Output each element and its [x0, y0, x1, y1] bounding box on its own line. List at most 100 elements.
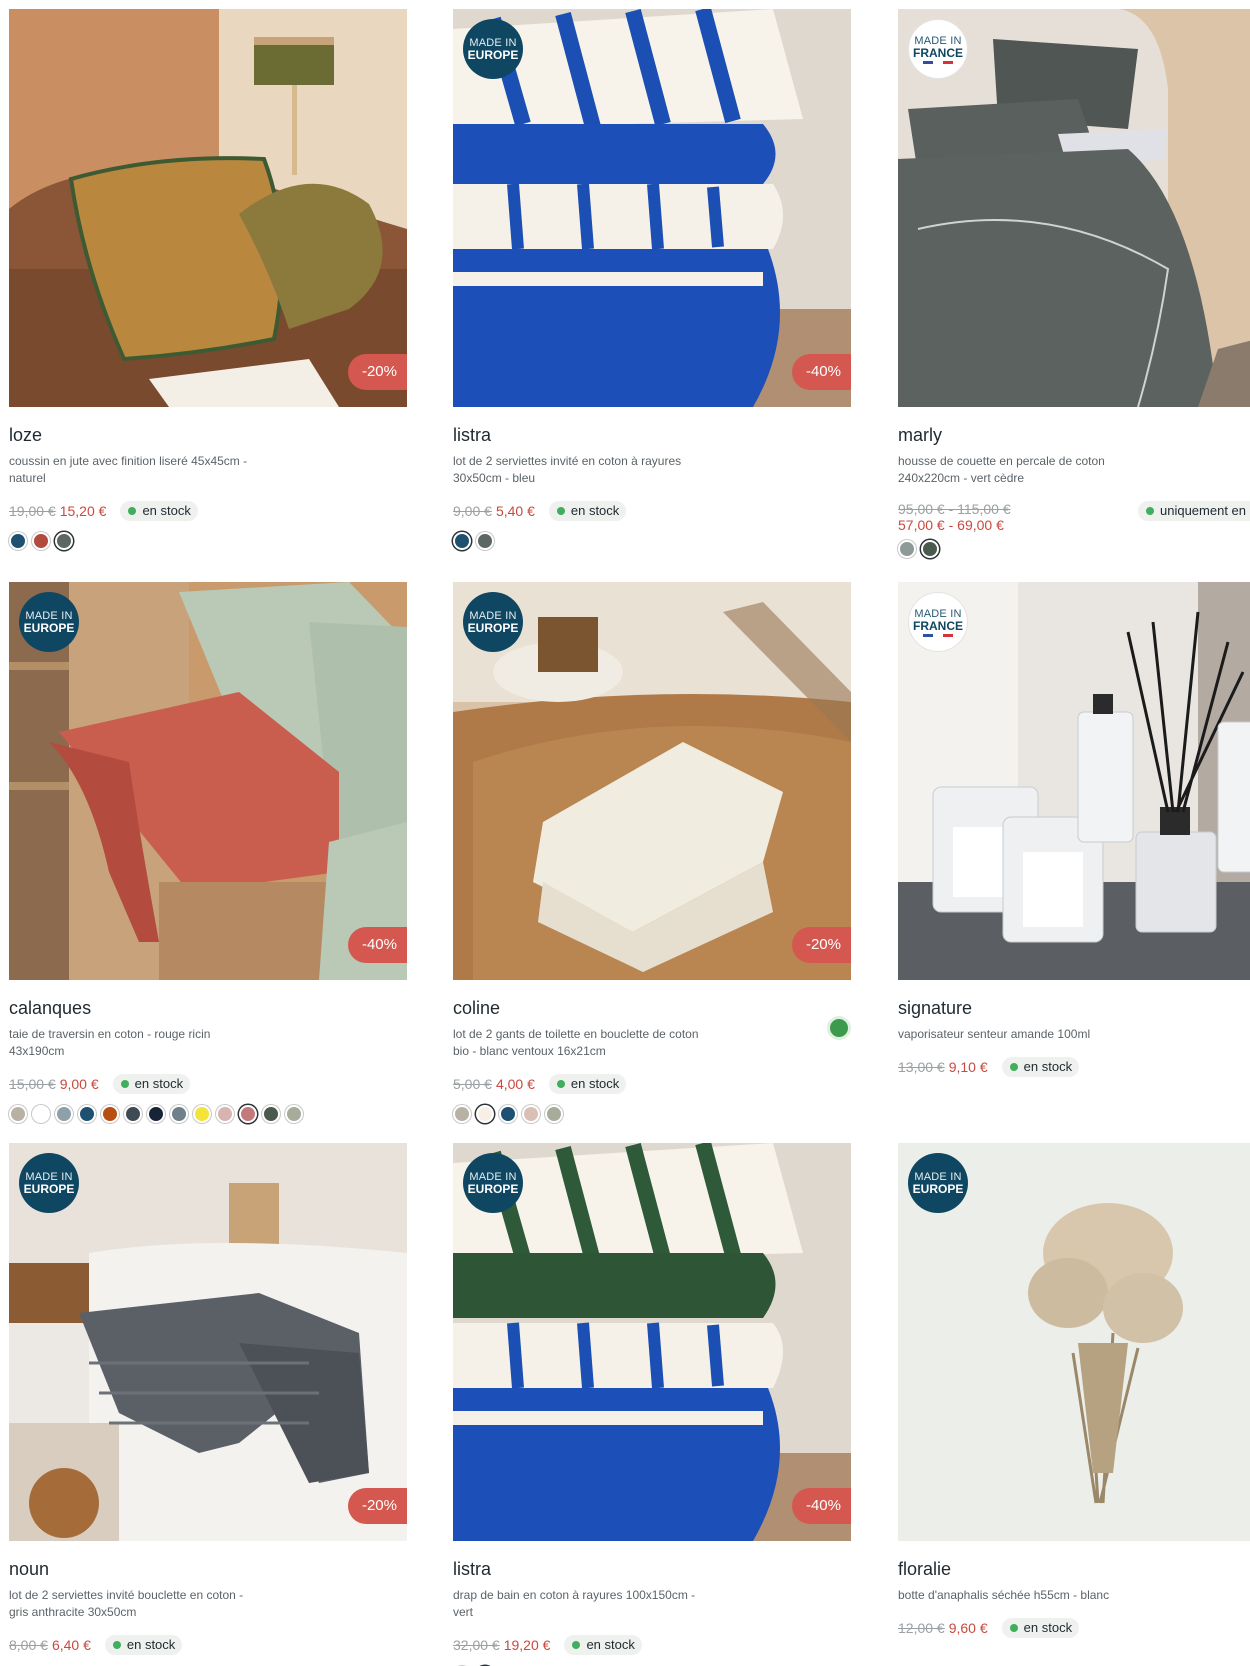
made-in-badge: MADE IN FRANCE — [908, 592, 968, 652]
product-image[interactable]: MADE IN EUROPE -40% — [453, 1143, 851, 1541]
product-name[interactable]: coline — [453, 998, 851, 1020]
made-in-badge: MADE IN EUROPE — [463, 592, 523, 652]
price-row: 8,00 € 6,40 € en stock — [9, 1635, 407, 1655]
product-image[interactable]: MADE IN FRANCE — [898, 9, 1250, 407]
product-name[interactable]: noun — [9, 1559, 407, 1581]
old-price: 12,00 € — [898, 1620, 945, 1636]
product-name[interactable]: listra — [453, 1559, 851, 1581]
color-swatch[interactable] — [476, 532, 494, 550]
product-description: taie de traversin en coton - rouge ricin… — [9, 1027, 211, 1058]
made-in-badge: MADE IN FRANCE — [908, 19, 968, 79]
color-swatch[interactable] — [239, 1105, 257, 1123]
price-row: 32,00 € 19,20 € en stock — [453, 1635, 851, 1655]
color-swatch[interactable] — [124, 1105, 142, 1123]
old-price: 9,00 € — [453, 503, 492, 519]
stock-status: en stock — [112, 1074, 191, 1094]
color-swatch[interactable] — [147, 1105, 165, 1123]
product-card[interactable]: MADE IN EUROPE -20% coline lot de 2 gant… — [453, 582, 851, 1123]
color-swatch[interactable] — [499, 1105, 517, 1123]
made-in-badge: MADE IN EUROPE — [908, 1153, 968, 1213]
product-card[interactable]: MADE IN FRANCE marly housse de couette e… — [898, 9, 1250, 558]
product-card[interactable]: MADE IN EUROPE floralie botte d'anaphali… — [898, 1143, 1250, 1649]
old-price: 95,00 € - 115,00 € — [898, 501, 1011, 517]
price-row: 15,00 € 9,00 € en stock — [9, 1074, 407, 1094]
color-swatch[interactable] — [101, 1105, 119, 1123]
product-name[interactable]: floralie — [898, 1559, 1250, 1581]
product-card[interactable]: MADE IN EUROPE -20% noun lot de 2 servie… — [9, 1143, 407, 1666]
color-swatch[interactable] — [170, 1105, 188, 1123]
color-swatch[interactable] — [9, 1105, 27, 1123]
color-swatch[interactable] — [453, 532, 471, 550]
stock-status: en stock — [564, 1635, 642, 1655]
cushion-photo — [9, 9, 407, 407]
discount-badge: -40% — [791, 1488, 851, 1524]
france-flag-icon — [923, 633, 953, 637]
color-swatch[interactable] — [193, 1105, 211, 1123]
old-price: 5,00 € — [453, 1076, 492, 1092]
product-card[interactable]: MADE IN EUROPE -40% listra lot de 2 serv… — [453, 9, 851, 550]
product-name[interactable]: signature — [898, 998, 1250, 1020]
product-image[interactable]: MADE IN EUROPE -20% — [9, 1143, 407, 1541]
sale-price: 57,00 € - 69,00 € — [898, 517, 1004, 533]
made-in-badge: MADE IN EUROPE — [19, 592, 79, 652]
discount-badge: -20% — [347, 1488, 407, 1524]
product-description: drap de bain en coton à rayures 100x150c… — [453, 1588, 696, 1619]
color-swatch[interactable] — [32, 1105, 50, 1123]
product-image[interactable]: MADE IN EUROPE -40% — [9, 582, 407, 980]
product-description: lot de 2 serviettes invité en coton à ra… — [453, 454, 682, 485]
organic-cotton-icon — [827, 1016, 851, 1040]
product-image[interactable]: MADE IN EUROPE -40% — [453, 9, 851, 407]
product-name[interactable]: listra — [453, 425, 851, 447]
old-price: 13,00 € — [898, 1059, 945, 1075]
stock-status: en stock — [120, 501, 198, 521]
product-name[interactable]: marly — [898, 425, 1250, 447]
color-swatch[interactable] — [476, 1105, 494, 1123]
color-swatch[interactable] — [285, 1105, 303, 1123]
made-in-badge: MADE IN EUROPE — [463, 1153, 523, 1213]
old-price: 15,00 € — [9, 1076, 56, 1092]
sale-price: 6,40 € — [51, 1637, 91, 1653]
old-price: 19,00 € — [9, 503, 56, 519]
color-swatch[interactable] — [453, 1105, 471, 1123]
stock-status: en stock — [1001, 1057, 1080, 1077]
stock-status: en stock — [548, 1074, 627, 1094]
price-row: 95,00 € - 115,00 € 57,00 € - 69,00 € uni… — [898, 501, 1250, 535]
old-price: 32,00 € — [453, 1637, 500, 1653]
product-card[interactable]: MADE IN EUROPE -40% calanques taie de tr… — [9, 582, 407, 1123]
stock-status: en stock — [548, 501, 627, 521]
discount-badge: -20% — [347, 354, 407, 390]
color-swatch[interactable] — [55, 532, 73, 550]
product-name[interactable]: calanques — [9, 998, 407, 1020]
product-image[interactable]: MADE IN EUROPE -20% — [453, 582, 851, 980]
price-range: 95,00 € - 115,00 € 57,00 € - 69,00 € — [898, 501, 1011, 533]
stock-status: uniquement en m — [1138, 501, 1250, 521]
product-description: housse de couette en percale de coton 24… — [898, 454, 1105, 485]
product-name[interactable]: loze — [9, 425, 407, 447]
color-swatch[interactable] — [522, 1105, 540, 1123]
color-swatch[interactable] — [55, 1105, 73, 1123]
made-in-badge: MADE IN EUROPE — [463, 19, 523, 79]
price-row: 9,00 € 5,40 € en stock — [453, 501, 851, 521]
product-image[interactable]: MADE IN EUROPE — [898, 1143, 1250, 1541]
color-swatch[interactable] — [262, 1105, 280, 1123]
product-card[interactable]: MADE IN EUROPE -40% listra drap de bain … — [453, 1143, 851, 1666]
color-swatch[interactable] — [9, 532, 27, 550]
discount-badge: -40% — [347, 927, 407, 963]
product-image[interactable]: MADE IN FRANCE — [898, 582, 1250, 980]
stock-status: en stock — [104, 1635, 183, 1655]
discount-badge: -20% — [791, 927, 851, 963]
color-swatch[interactable] — [216, 1105, 234, 1123]
price-row: 19,00 € 15,20 € en stock — [9, 501, 407, 521]
color-swatch[interactable] — [32, 532, 50, 550]
color-swatch[interactable] — [78, 1105, 96, 1123]
france-flag-icon — [923, 60, 953, 64]
product-image[interactable]: -20% — [9, 9, 407, 407]
product-card[interactable]: MADE IN FRANCE signature vaporisateur se… — [898, 582, 1250, 1088]
color-swatches — [453, 1105, 851, 1123]
color-swatch[interactable] — [921, 540, 939, 558]
product-description: botte d'anaphalis séchée h55cm - blanc — [898, 1588, 1110, 1602]
color-swatch[interactable] — [545, 1105, 563, 1123]
product-card[interactable]: -20% loze coussin en jute avec finition … — [9, 9, 407, 550]
color-swatch[interactable] — [898, 540, 916, 558]
made-in-badge: MADE IN EUROPE — [19, 1153, 79, 1213]
